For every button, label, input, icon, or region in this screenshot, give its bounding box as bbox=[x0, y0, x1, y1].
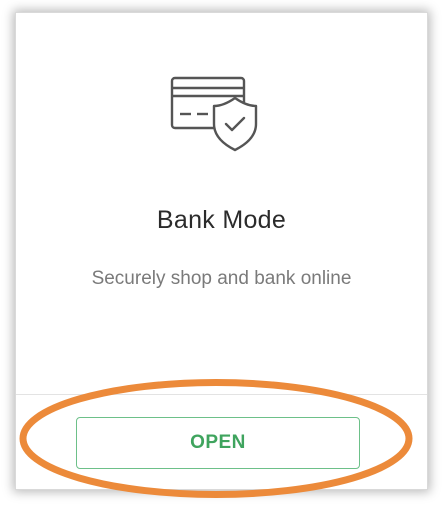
card-divider bbox=[16, 394, 427, 395]
card-title: Bank Mode bbox=[156, 206, 287, 234]
bank-mode-card: Bank Mode Securely shop and bank online … bbox=[15, 12, 428, 490]
screenshot-stage: Bank Mode Securely shop and bank online … bbox=[0, 0, 444, 512]
open-button[interactable]: OPEN bbox=[76, 417, 360, 469]
credit-card-shield-icon bbox=[170, 76, 258, 152]
card-subtitle: Securely shop and bank online bbox=[91, 268, 352, 289]
